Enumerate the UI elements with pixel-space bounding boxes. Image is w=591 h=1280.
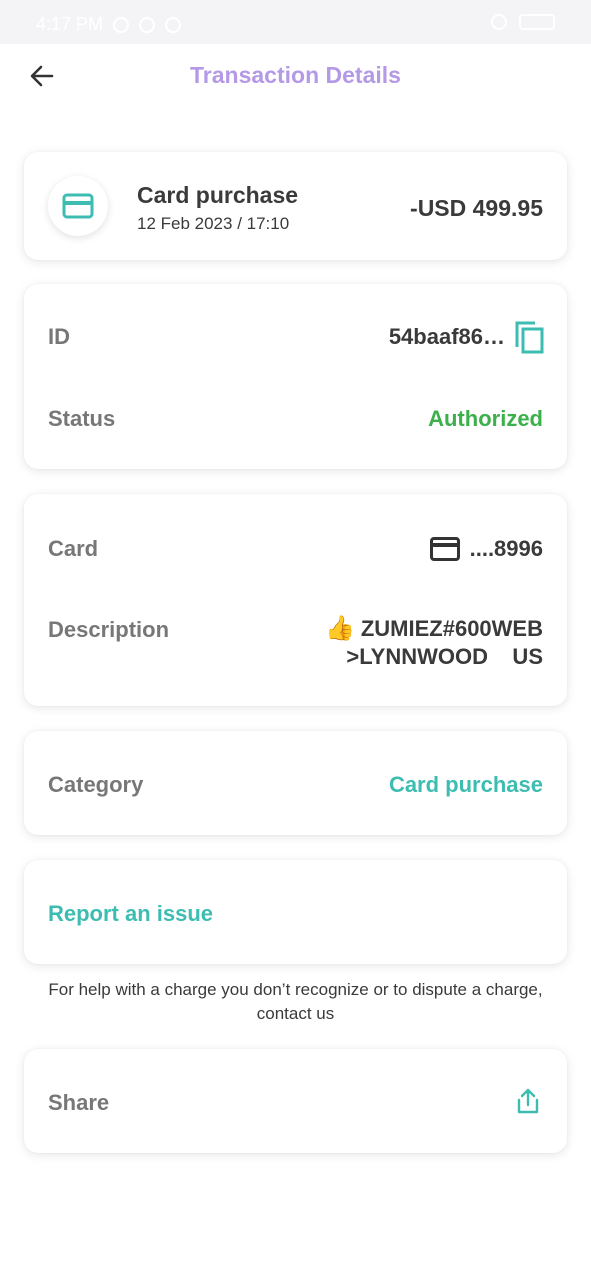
- status-value: Authorized: [428, 406, 543, 431]
- card-number-row: ....8996: [429, 536, 543, 562]
- description-value: 👍 ZUMIEZ#600WEB >LYNNWOOD US: [325, 615, 543, 671]
- status-time: 4:17 PM: [36, 14, 104, 34]
- transaction-summary-card: Card purchase 12 Feb 2023 / 17:10 -USD 4…: [24, 152, 567, 260]
- description-label: Description: [48, 617, 170, 642]
- card-label: Card: [48, 536, 99, 561]
- wifi-icon: [491, 14, 507, 30]
- report-issue-label: Report an issue: [48, 901, 214, 926]
- report-issue-button[interactable]: Report an issue: [24, 860, 567, 964]
- transaction-title: Card purchase: [137, 182, 299, 208]
- transaction-amount: -USD 499.95: [410, 195, 543, 221]
- card-number: ....8996: [469, 536, 543, 561]
- share-icon: [517, 1088, 539, 1114]
- description-line-2: >LYNNWOOD US: [346, 644, 543, 669]
- card-description-card: Card ....8996 Description 👍 ZUMIEZ#600WEB…: [24, 494, 567, 706]
- page-title: Transaction Details: [190, 62, 401, 88]
- copy-icon[interactable]: [513, 319, 545, 355]
- transaction-type-badge: [48, 176, 108, 236]
- credit-card-icon: [62, 193, 94, 219]
- notification-icon: [113, 16, 130, 33]
- status-bar: 4:17 PM: [0, 0, 591, 44]
- help-text: For help with a charge you don’t recogni…: [48, 980, 543, 1023]
- thumbs-up-icon: 👍: [324, 615, 355, 642]
- share-label: Share: [48, 1090, 110, 1115]
- description-line-1: ZUMIEZ#600WEB: [360, 616, 543, 641]
- id-status-card: ID 54baaf86… Status Authorized: [24, 284, 567, 469]
- status-label: Status: [48, 406, 116, 431]
- id-label: ID: [48, 324, 70, 349]
- category-value: Card purchase: [388, 772, 543, 797]
- share-button[interactable]: Share: [24, 1049, 567, 1153]
- credit-card-icon: [429, 537, 460, 561]
- battery-icon: [519, 14, 555, 30]
- id-value: 54baaf86…: [388, 324, 505, 349]
- category-label: Category: [48, 772, 144, 797]
- category-card: Category Card purchase: [24, 731, 567, 835]
- header: Transaction Details: [0, 44, 591, 108]
- transaction-date: 12 Feb 2023 / 17:10: [137, 214, 290, 233]
- instagram-icon: [165, 16, 182, 33]
- telegram-icon: [139, 16, 156, 33]
